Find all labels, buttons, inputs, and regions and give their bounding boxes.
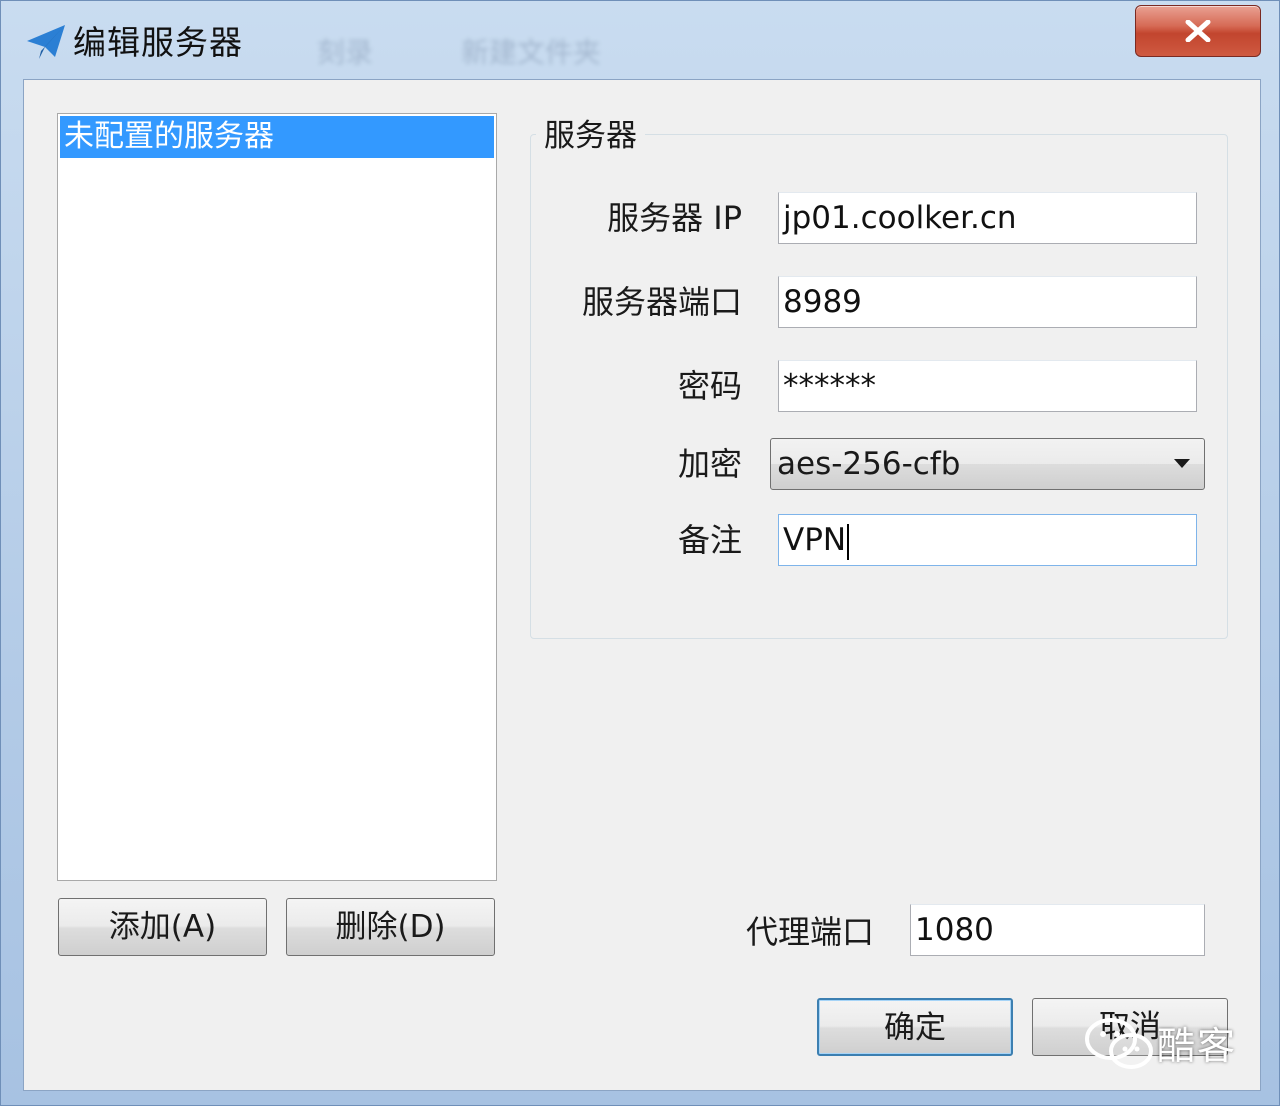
remark-label: 备注 bbox=[677, 521, 742, 559]
dialog-client-area: 未配置的服务器 添加(A) 删除(D) 服务器 服务器 IP jp01.cool… bbox=[23, 79, 1261, 1091]
password-input[interactable]: ****** bbox=[778, 360, 1197, 412]
server-group-title: 服务器 bbox=[536, 116, 645, 156]
encryption-select[interactable]: aes-256-cfb bbox=[770, 438, 1205, 490]
encryption-label: 加密 bbox=[677, 445, 742, 483]
add-button[interactable]: 添加(A) bbox=[58, 898, 267, 956]
server-list[interactable]: 未配置的服务器 bbox=[57, 113, 497, 881]
dialog-window: 编辑服务器 刻录 新建文件夹 未配置的服务器 添加(A) 删除(D) 服务器 服… bbox=[0, 0, 1280, 1106]
dropdown-arrow-icon bbox=[1174, 459, 1190, 468]
ok-button[interactable]: 确定 bbox=[817, 998, 1013, 1056]
watermark-text: 酷客 bbox=[1157, 1024, 1238, 1068]
proxy-port-label: 代理端口 bbox=[745, 913, 874, 951]
text-caret bbox=[847, 523, 850, 560]
delete-button[interactable]: 删除(D) bbox=[286, 898, 495, 956]
proxy-port-input[interactable]: 1080 bbox=[910, 904, 1205, 956]
list-item[interactable]: 未配置的服务器 bbox=[60, 116, 494, 158]
server-ip-label: 服务器 IP bbox=[607, 199, 742, 237]
window-title: 编辑服务器 bbox=[73, 23, 243, 62]
background-tab-label: 刻录 bbox=[317, 36, 374, 69]
title-bar[interactable]: 编辑服务器 刻录 新建文件夹 bbox=[1, 1, 1280, 79]
wechat-watermark: 酷客 bbox=[1085, 1013, 1255, 1073]
close-icon bbox=[1185, 20, 1211, 42]
remark-input[interactable]: VPN bbox=[778, 514, 1197, 566]
password-label: 密码 bbox=[677, 367, 742, 405]
wechat-icon bbox=[1085, 1018, 1153, 1069]
server-ip-input[interactable]: jp01.coolker.cn bbox=[778, 192, 1197, 244]
background-tab-label: 新建文件夹 bbox=[461, 36, 602, 69]
remark-value: VPN bbox=[783, 522, 847, 558]
server-port-label: 服务器端口 bbox=[581, 283, 742, 321]
server-port-input[interactable]: 8989 bbox=[778, 276, 1197, 328]
encryption-selected-value: aes-256-cfb bbox=[777, 446, 961, 482]
close-button[interactable] bbox=[1135, 5, 1261, 57]
paper-plane-icon bbox=[27, 25, 65, 59]
